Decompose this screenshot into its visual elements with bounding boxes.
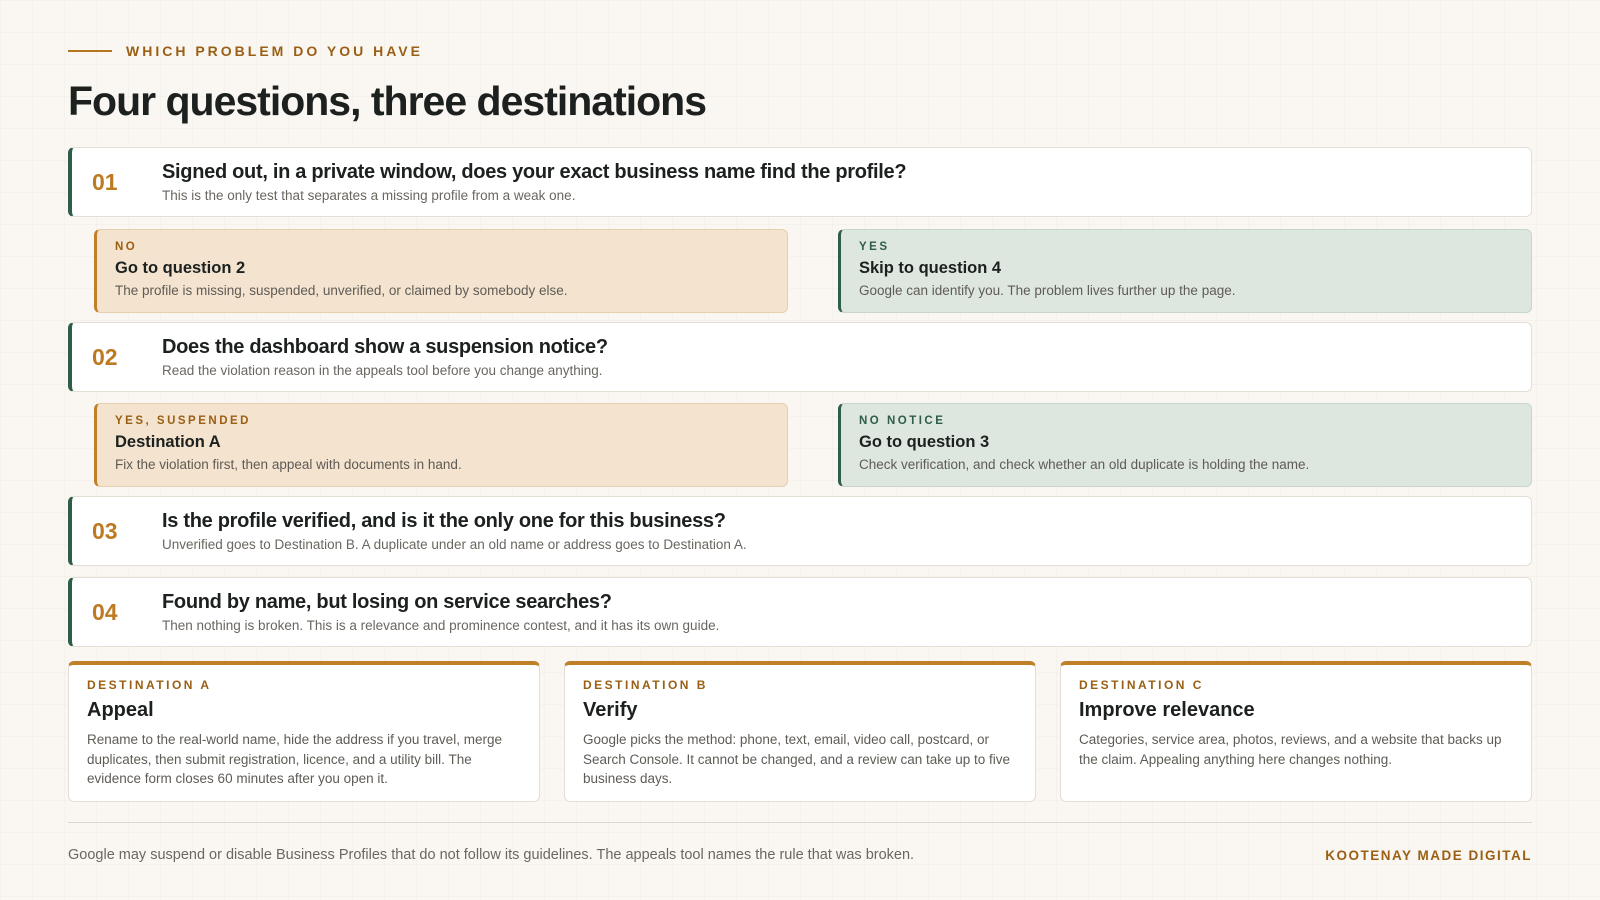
answer-card-q1-no: NO Go to question 2 The profile is missi… (94, 229, 788, 313)
question-number: 01 (92, 168, 118, 195)
question-number: 04 (92, 598, 118, 625)
answer-card-q1-yes: YES Skip to question 4 Google can identi… (838, 229, 1532, 313)
decision-guide-page: WHICH PROBLEM DO YOU HAVE Four questions… (68, 0, 1532, 900)
brand-name: KOOTENAY MADE DIGITAL (1325, 848, 1532, 863)
destination-tag: DESTINATION A (87, 678, 212, 692)
footer-note: Google may suspend or disable Business P… (68, 847, 915, 863)
destination-text: Categories, service area, photos, review… (1079, 732, 1502, 767)
question-subtitle: Unverified goes to Destination B. A dupl… (162, 537, 747, 552)
question-title: Does the dashboard show a suspension not… (162, 336, 608, 358)
question-subtitle: Then nothing is broken. This is a releva… (162, 618, 720, 633)
answer-title: Destination A (115, 433, 221, 451)
answer-subtitle: Google can identify you. The problem liv… (859, 283, 1236, 298)
eyebrow: WHICH PROBLEM DO YOU HAVE (68, 43, 423, 59)
question-row-4: 04 Found by name, but losing on service … (68, 577, 1532, 647)
answer-tag: NO (115, 241, 138, 253)
answer-title: Go to question 3 (859, 433, 990, 451)
page-title: Four questions, three destinations (68, 78, 707, 124)
answer-subtitle: The profile is missing, suspended, unver… (115, 283, 568, 298)
answer-tag: YES (859, 241, 890, 253)
destination-tag: DESTINATION B (583, 678, 708, 692)
question-subtitle: Read the violation reason in the appeals… (162, 363, 603, 378)
destination-text: Google picks the method: phone, text, em… (583, 732, 1011, 786)
question-title: Signed out, in a private window, does yo… (162, 161, 907, 183)
footer-divider (68, 822, 1532, 823)
question-title: Is the profile verified, and is it the o… (162, 510, 726, 532)
answer-title: Go to question 2 (115, 259, 246, 277)
destination-title: Verify (583, 699, 638, 721)
destination-card-c: DESTINATION C Improve relevance Categori… (1060, 661, 1532, 802)
eyebrow-label: WHICH PROBLEM DO YOU HAVE (126, 43, 423, 59)
answer-tag: NO NOTICE (859, 415, 946, 427)
question-row-2: 02 Does the dashboard show a suspension … (68, 322, 1532, 392)
eyebrow-rule (68, 50, 112, 52)
question-row-1: 01 Signed out, in a private window, does… (68, 147, 1532, 217)
answer-card-q2-no-notice: NO NOTICE Go to question 3 Check verific… (838, 403, 1532, 487)
destination-title: Appeal (87, 699, 154, 721)
destination-tag: DESTINATION C (1079, 678, 1204, 692)
question-title: Found by name, but losing on service sea… (162, 591, 612, 613)
destination-card-a: DESTINATION A Appeal Rename to the real-… (68, 661, 540, 802)
answer-subtitle: Fix the violation first, then appeal wit… (115, 457, 462, 472)
answer-title: Skip to question 4 (859, 259, 1002, 277)
destination-title: Improve relevance (1079, 699, 1255, 721)
question-subtitle: This is the only test that separates a m… (162, 188, 576, 203)
answer-tag: YES, SUSPENDED (115, 415, 251, 427)
answer-card-q2-yes-suspended: YES, SUSPENDED Destination A Fix the vio… (94, 403, 788, 487)
question-number: 02 (92, 343, 118, 370)
destination-text: Rename to the real-world name, hide the … (87, 732, 502, 786)
question-row-3: 03 Is the profile verified, and is it th… (68, 496, 1532, 566)
question-number: 03 (92, 517, 118, 544)
answer-subtitle: Check verification, and check whether an… (859, 457, 1310, 472)
destination-card-b: DESTINATION B Verify Google picks the me… (564, 661, 1036, 802)
